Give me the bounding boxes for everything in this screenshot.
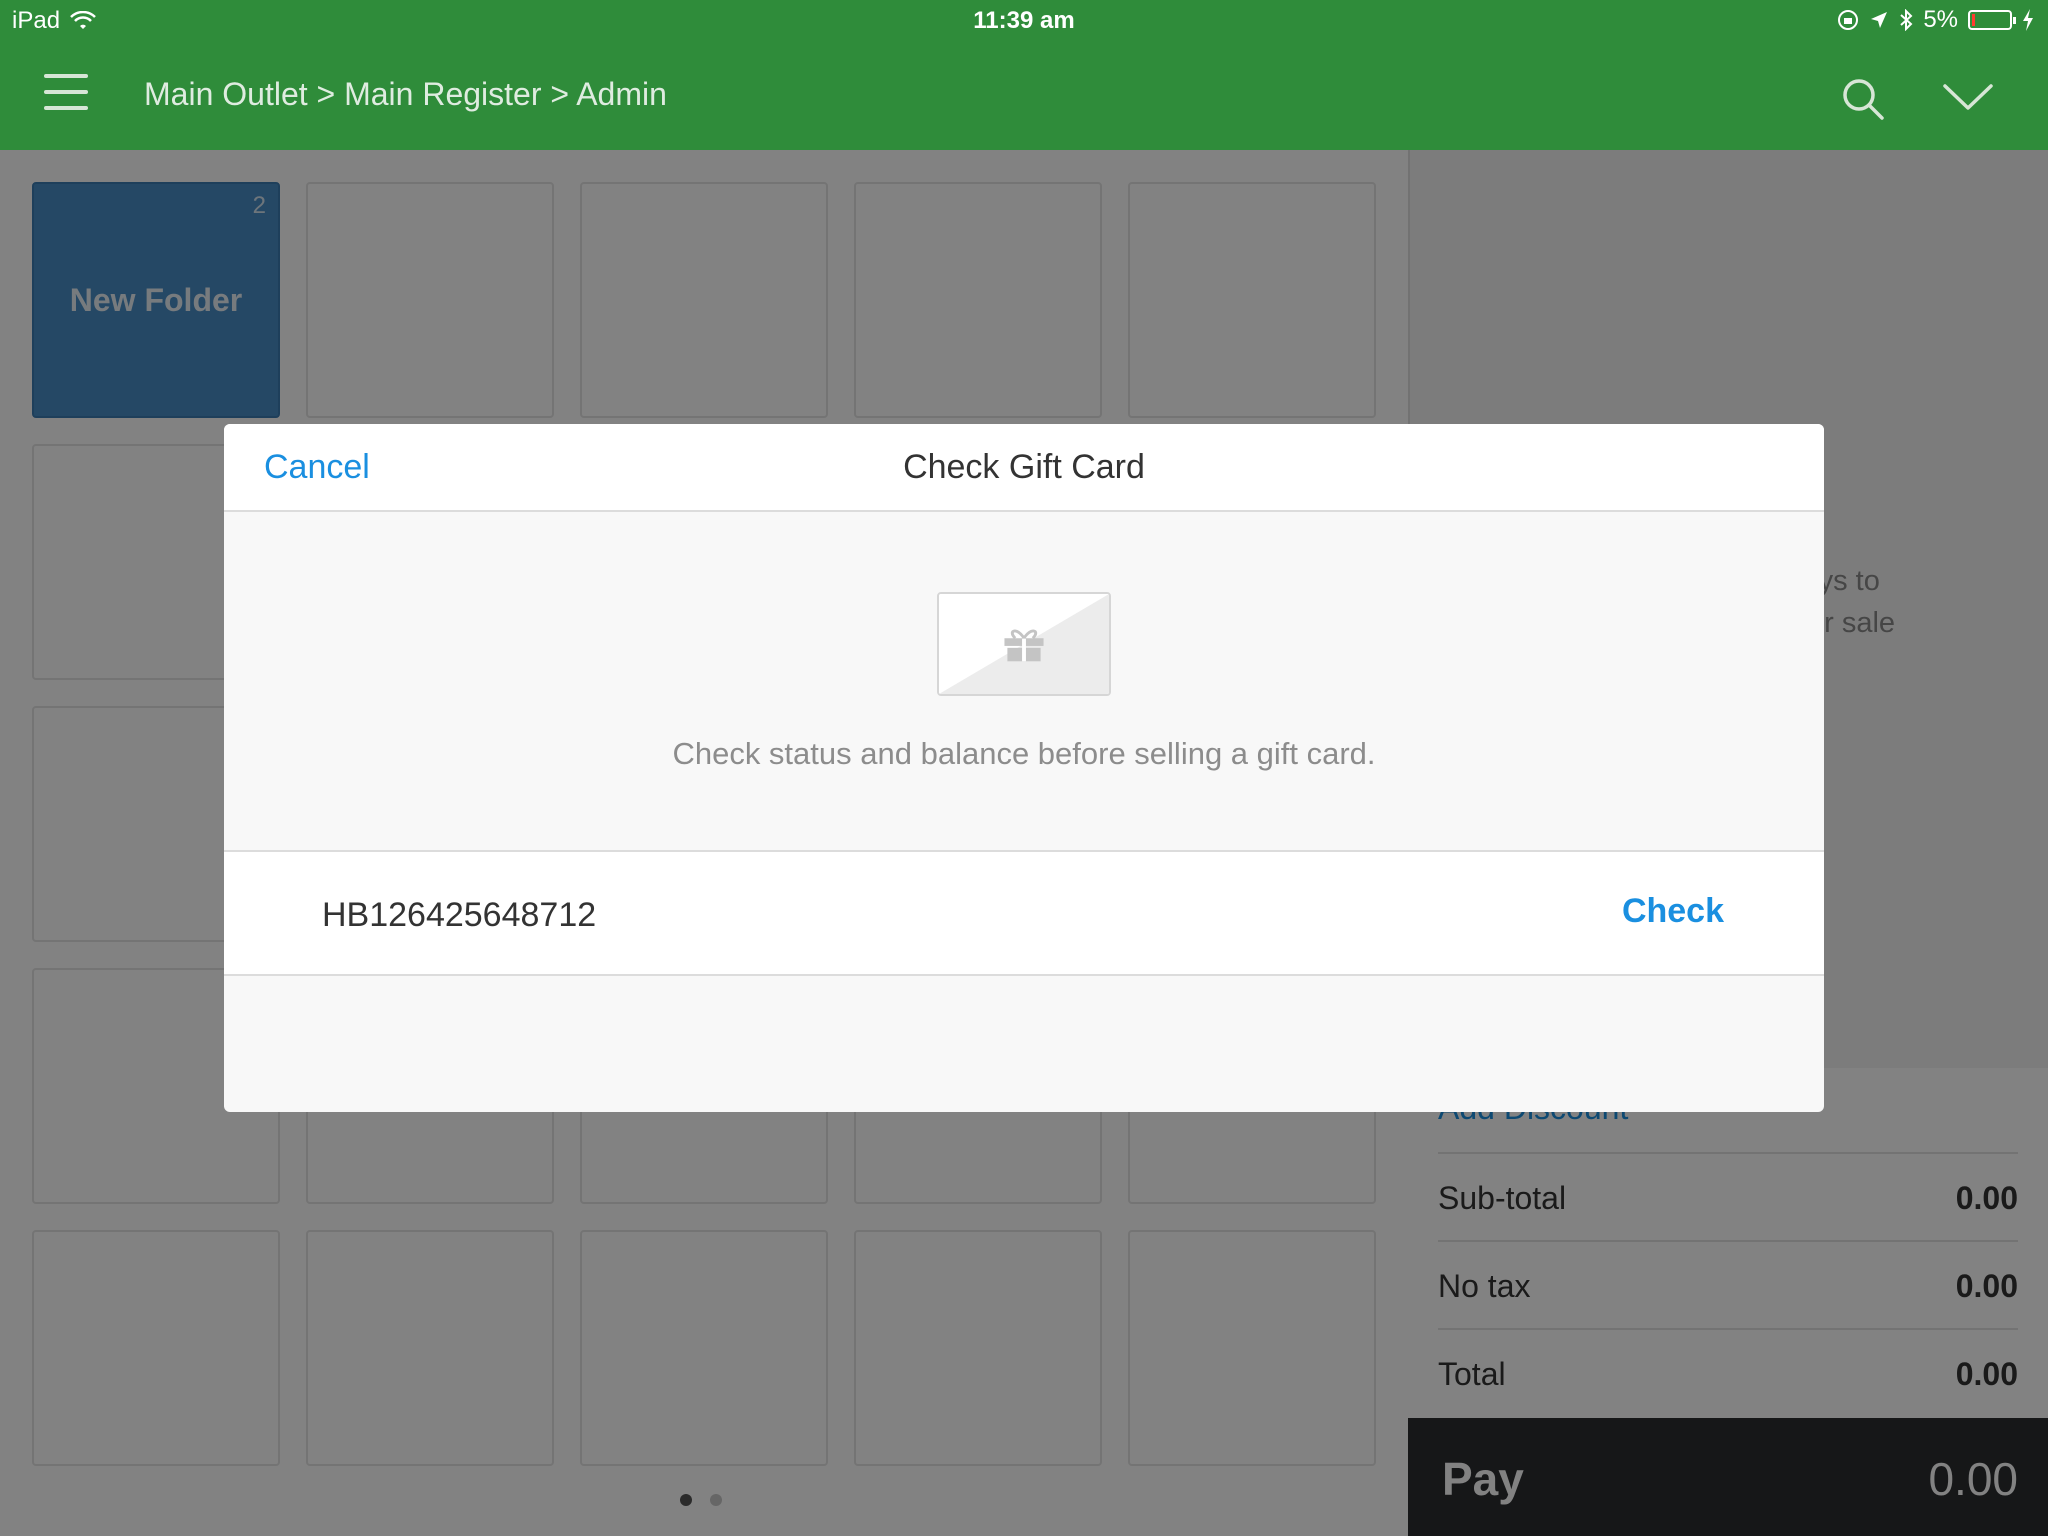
battery-percent: 5%	[1923, 6, 1958, 33]
status-bar: iPad 11:39 am 5%	[0, 0, 2048, 40]
breadcrumb: Main Outlet > Main Register > Admin	[144, 76, 667, 112]
gift-card-code-input[interactable]	[322, 888, 1522, 942]
chevron-down-icon[interactable]	[1942, 82, 1994, 112]
menu-icon[interactable]	[44, 74, 88, 114]
check-button[interactable]: Check	[1622, 892, 1724, 931]
cancel-button[interactable]: Cancel	[264, 448, 370, 487]
status-time: 11:39 am	[973, 7, 1075, 34]
check-gift-card-dialog: Check Gift Card Cancel Check status and …	[224, 424, 1824, 1112]
charging-icon	[2023, 9, 2033, 31]
dialog-header: Check Gift Card Cancel	[224, 424, 1824, 512]
bluetooth-icon	[1900, 9, 1913, 31]
gift-card-icon	[937, 592, 1111, 696]
battery-icon	[1968, 10, 2016, 30]
search-icon[interactable]	[1840, 76, 1886, 122]
dialog-description: Check status and balance before selling …	[672, 736, 1376, 771]
dialog-title: Check Gift Card	[903, 448, 1145, 486]
rotation-lock-icon	[1838, 10, 1859, 30]
nav-bar: Main Outlet > Main Register > Admin	[0, 40, 2048, 150]
gift-card-code-row: Check	[224, 850, 1824, 976]
location-icon	[1871, 12, 1888, 28]
